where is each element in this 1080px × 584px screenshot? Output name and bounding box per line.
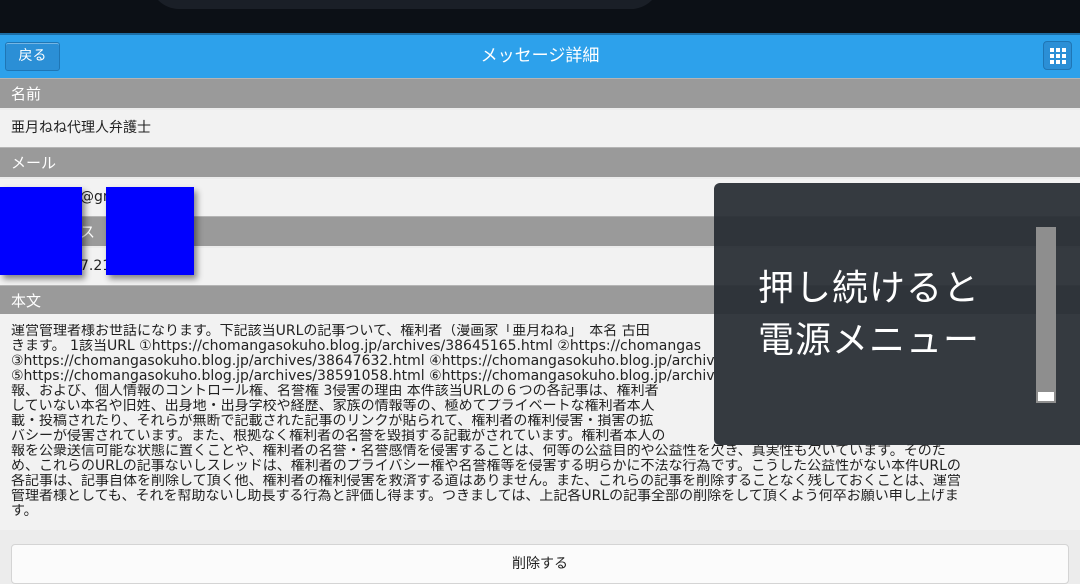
mail-label: メール	[0, 147, 1080, 177]
body-line: 各記事は、記事自体を削除して頂く他、権利者の権利侵害を救済する道はありません。ま…	[11, 474, 961, 489]
back-button[interactable]: 戻る	[5, 42, 60, 71]
hold-progress-fill	[1038, 392, 1054, 401]
body-line: 報を公衆送信可能な状態に置くことや、権利者の名誉・名誉感情を侵害することは、何等…	[11, 444, 946, 459]
app-header: メッセージ詳細 戻る	[0, 33, 1080, 78]
power-menu-hint: 押し続けると 電源メニュー	[714, 183, 1080, 445]
camera-notch	[150, 0, 660, 9]
power-hint-text: 押し続けると 電源メニュー	[758, 263, 980, 367]
body-line: す。	[11, 504, 38, 519]
name-label: 名前	[0, 78, 1080, 108]
name-value: 亜月ねね代理人弁護士	[0, 110, 1080, 147]
redaction-block	[106, 187, 194, 275]
body-line: 管理者様としても、それを幇助ないし助長する行為と評価し得ます。つきましては、上記…	[11, 489, 959, 504]
page-title: メッセージ詳細	[480, 46, 600, 66]
status-bar	[0, 0, 1080, 33]
body-line: め、これらのURLの記事ないしスレッドは、権利者のプライバシー権や名誉権等を侵害…	[11, 459, 961, 474]
redaction-block	[0, 187, 82, 275]
ip-label-fragment: ス	[80, 223, 96, 241]
delete-button[interactable]: 削除する	[11, 544, 1069, 584]
power-hint-line-1: 押し続けると	[758, 268, 981, 309]
hold-progress-bar	[1036, 227, 1056, 403]
power-hint-line-2: 電源メニュー	[758, 320, 981, 361]
grid-icon[interactable]	[1043, 41, 1072, 70]
